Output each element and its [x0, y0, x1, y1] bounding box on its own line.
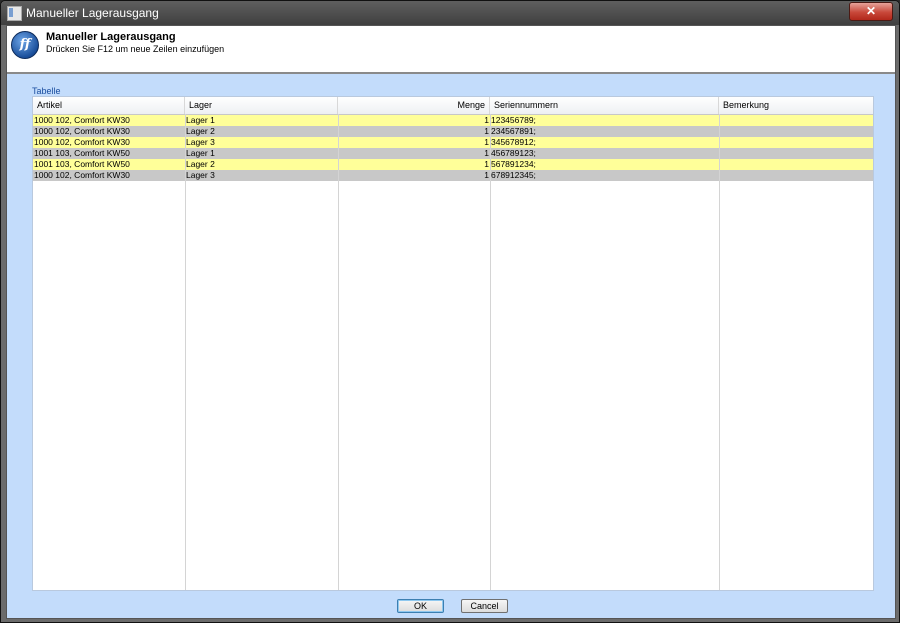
cell-lager[interactable]: Lager 2	[185, 159, 338, 170]
column-header-lager[interactable]: Lager	[185, 97, 338, 114]
cell-artikel[interactable]: 1001 103, Comfort KW50	[33, 148, 185, 159]
table-row[interactable]: 1000 102, Comfort KW30 Lager 3 1 345678912;	[33, 137, 873, 148]
cell-bemerkung[interactable]	[719, 115, 873, 126]
column-header-menge[interactable]: Menge	[338, 97, 490, 114]
cell-artikel[interactable]: 1000 102, Comfort KW30	[33, 126, 185, 137]
cell-menge[interactable]: 1	[338, 137, 490, 148]
cell-menge[interactable]: 1	[338, 159, 490, 170]
cell-artikel[interactable]: 1000 102, Comfort KW30	[33, 170, 185, 181]
dialog-window: Manueller Lagerausgang ✕ ff Manueller La…	[0, 0, 900, 623]
window-title: Manueller Lagerausgang	[26, 6, 159, 20]
table-row[interactable]: 1000 102, Comfort KW30 Lager 1 1 123456789;	[33, 115, 873, 126]
dialog-body: Tabelle Artikel Lager Menge Seriennummer…	[7, 74, 895, 618]
column-divider	[490, 114, 491, 590]
cell-menge[interactable]: 1	[338, 126, 490, 137]
cell-lager[interactable]: Lager 3	[185, 170, 338, 181]
cell-artikel[interactable]: 1000 102, Comfort KW30	[33, 115, 185, 126]
close-button[interactable]: ✕	[849, 2, 893, 21]
cell-seriennummern[interactable]: 345678912;	[490, 137, 719, 148]
table-row[interactable]: 1001 103, Comfort KW50 Lager 2 1 567891234;	[33, 159, 873, 170]
cell-bemerkung[interactable]	[719, 148, 873, 159]
cell-artikel[interactable]: 1001 103, Comfort KW50	[33, 159, 185, 170]
cell-seriennummern[interactable]: 678912345;	[490, 170, 719, 181]
column-divider	[338, 114, 339, 590]
data-grid[interactable]: Artikel Lager Menge Seriennummern Bemerk…	[32, 96, 874, 591]
cell-seriennummern[interactable]: 567891234;	[490, 159, 719, 170]
cell-bemerkung[interactable]	[719, 126, 873, 137]
cell-lager[interactable]: Lager 3	[185, 137, 338, 148]
column-header-bemerkung[interactable]: Bemerkung	[719, 97, 873, 114]
app-logo-icon: ff	[11, 31, 39, 59]
table-row[interactable]: 1000 102, Comfort KW30 Lager 2 1 234567891;	[33, 126, 873, 137]
table-row[interactable]: 1001 103, Comfort KW50 Lager 1 1 456789123;	[33, 148, 873, 159]
cell-seriennummern[interactable]: 123456789;	[490, 115, 719, 126]
ok-button[interactable]: OK	[397, 599, 444, 613]
dialog-header: ff Manueller Lagerausgang Drücken Sie F1…	[7, 26, 895, 74]
dialog-client-area: ff Manueller Lagerausgang Drücken Sie F1…	[6, 25, 896, 619]
dialog-heading: Manueller Lagerausgang	[46, 31, 176, 43]
cell-menge[interactable]: 1	[338, 170, 490, 181]
table-group-label: Tabelle	[32, 86, 61, 96]
dialog-instruction: Drücken Sie F12 um neue Zeilen einzufüge…	[46, 44, 225, 54]
cell-bemerkung[interactable]	[719, 137, 873, 148]
cancel-button[interactable]: Cancel	[461, 599, 508, 613]
cell-menge[interactable]: 1	[338, 148, 490, 159]
title-bar[interactable]: Manueller Lagerausgang ✕	[1, 1, 899, 25]
column-header-artikel[interactable]: Artikel	[33, 97, 185, 114]
cell-bemerkung[interactable]	[719, 159, 873, 170]
column-divider	[185, 114, 186, 590]
cell-lager[interactable]: Lager 2	[185, 126, 338, 137]
cell-bemerkung[interactable]	[719, 170, 873, 181]
table-row[interactable]: 1000 102, Comfort KW30 Lager 3 1 678912345;	[33, 170, 873, 181]
column-header-seriennummern[interactable]: Seriennummern	[490, 97, 719, 114]
cell-artikel[interactable]: 1000 102, Comfort KW30	[33, 137, 185, 148]
cell-seriennummern[interactable]: 234567891;	[490, 126, 719, 137]
cell-seriennummern[interactable]: 456789123;	[490, 148, 719, 159]
cell-lager[interactable]: Lager 1	[185, 148, 338, 159]
column-divider	[719, 114, 720, 590]
grid-header: Artikel Lager Menge Seriennummern Bemerk…	[33, 97, 873, 115]
cell-menge[interactable]: 1	[338, 115, 490, 126]
app-window-icon	[7, 6, 22, 21]
cell-lager[interactable]: Lager 1	[185, 115, 338, 126]
